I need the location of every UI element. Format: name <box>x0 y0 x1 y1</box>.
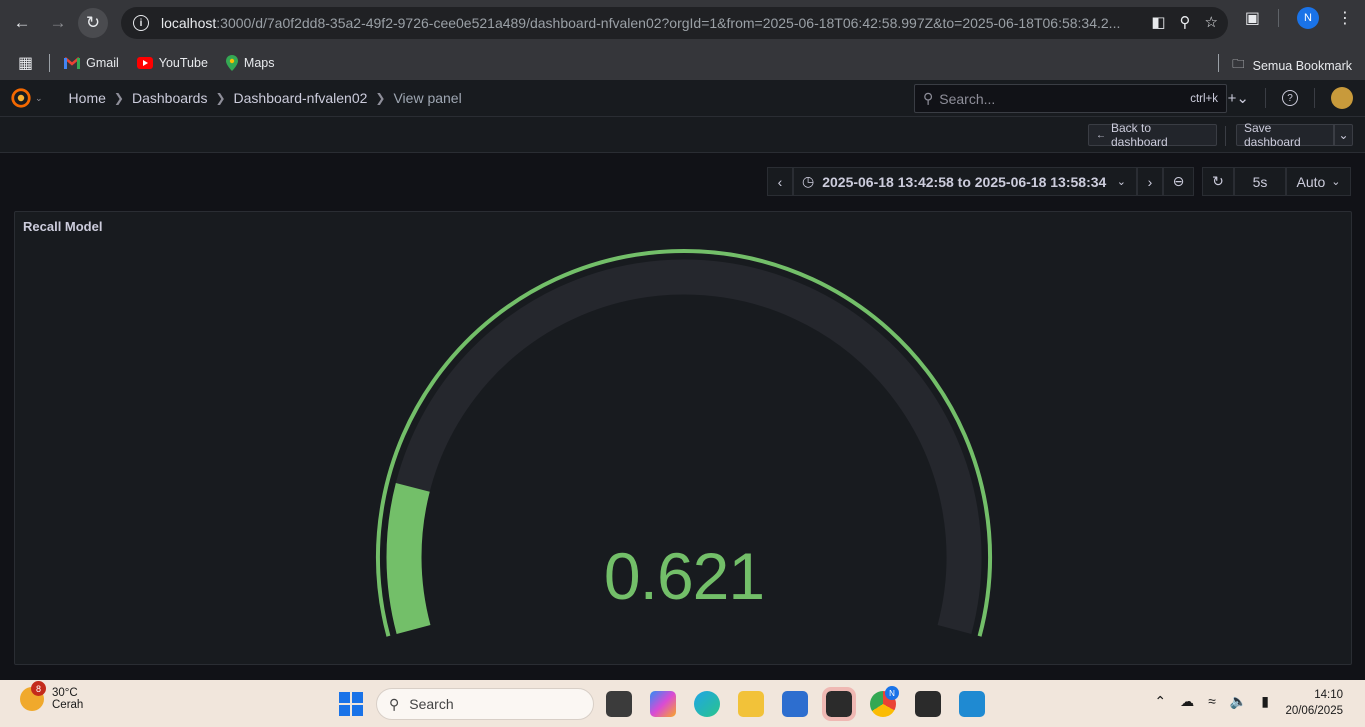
grafana-topbar: ⌄ Home ❯ Dashboards ❯ Dashboard-nfvalen0… <box>0 80 1365 117</box>
windows-taskbar: 8 30°C Cerah ⚲ Search N ⌃ ☁ ≈ 🔈 ▮ 14:10 … <box>0 680 1365 727</box>
translate-icon[interactable]: ◧ <box>1151 13 1165 31</box>
chrome-profile-badge: N <box>885 686 899 700</box>
back-arrow-icon[interactable]: ← <box>8 9 36 37</box>
bookmark-star-icon[interactable]: ☆ <box>1205 13 1218 31</box>
grafana-logo-icon[interactable] <box>10 87 32 109</box>
clock-icon: ◷ <box>802 173 815 189</box>
network-error-icon[interactable]: ☁ <box>1180 693 1194 710</box>
search-shortcut: ctrl+k <box>1190 92 1218 105</box>
youtube-icon <box>136 57 153 69</box>
weather-temp: 30°C <box>52 687 78 699</box>
gauge-value: 0.621 <box>603 539 765 613</box>
battery-icon[interactable]: ▮ <box>1261 693 1269 710</box>
save-dashboard-button[interactable]: Save dashboard <box>1236 121 1334 149</box>
site-info-icon[interactable]: i <box>133 15 149 31</box>
save-options-chevron-icon[interactable]: ⌄ <box>1334 124 1353 146</box>
breadcrumb-dashboards[interactable]: Dashboards <box>132 90 208 106</box>
windows-start-icon[interactable] <box>339 692 363 716</box>
chrome-icon[interactable]: N <box>870 686 899 717</box>
refresh-interval[interactable]: 5s <box>1234 167 1286 196</box>
volume-icon[interactable]: 🔈 <box>1230 693 1247 710</box>
url-text[interactable]: localhost:3000/d/7a0f2dd8-35a2-49f2-9726… <box>161 15 1121 31</box>
breadcrumb-dashboard[interactable]: Dashboard-nfvalen02 <box>234 90 368 106</box>
bookmark-maps[interactable]: Maps <box>225 55 274 71</box>
chevron-right-icon: ❯ <box>375 91 386 105</box>
weather-widget[interactable]: 8 30°C Cerah <box>20 681 84 711</box>
bookmark-gmail[interactable]: Gmail <box>64 56 119 70</box>
task-view-icon[interactable] <box>606 691 632 717</box>
edge-browser-icon[interactable] <box>694 691 720 717</box>
extensions-icon[interactable]: ▣ <box>1245 8 1260 28</box>
system-clock[interactable]: 14:10 20/06/2025 <box>1285 687 1343 719</box>
chevron-down-icon[interactable]: ⌄ <box>35 93 43 104</box>
taskbar-search[interactable]: ⚲ Search <box>376 688 594 720</box>
search-icon: ⚲ <box>389 695 400 712</box>
chevron-up-icon[interactable]: ⌃ <box>1154 693 1166 710</box>
vscode-icon[interactable] <box>959 691 985 717</box>
search-placeholder: Search... <box>939 90 996 107</box>
bookmarks-divider <box>49 54 51 72</box>
refresh-button[interactable]: ↻ <box>1202 167 1234 196</box>
auto-refresh-picker[interactable]: Auto ⌄ <box>1286 167 1351 196</box>
system-tray: ⌃ ☁ ≈ 🔈 ▮ <box>1154 693 1269 710</box>
help-icon[interactable]: ? <box>1282 90 1298 106</box>
bookmarks-divider-right <box>1218 54 1219 72</box>
breadcrumb-home[interactable]: Home <box>69 90 106 106</box>
forward-arrow-icon[interactable]: → <box>44 9 72 37</box>
wifi-icon[interactable]: ≈ <box>1208 693 1216 710</box>
toolbar-divider <box>1278 9 1279 27</box>
zoom-out-icon: ⊖ <box>1172 173 1185 189</box>
sticky-notes-icon[interactable] <box>822 687 856 721</box>
breadcrumb-current: View panel <box>393 90 462 106</box>
topbar-divider <box>1265 88 1266 108</box>
add-plus-icon[interactable]: +⌄ <box>1228 89 1249 107</box>
search-icon: ⚲ <box>923 90 934 106</box>
file-explorer-icon[interactable] <box>738 691 764 717</box>
apps-grid-icon[interactable]: ▦ <box>18 53 33 73</box>
gmail-icon <box>64 57 81 69</box>
maps-icon <box>225 55 238 71</box>
browser-toolbar: ← → ↻ i localhost:3000/d/7a0f2dd8-35a2-4… <box>0 0 1365 46</box>
chevron-down-icon: ⌄ <box>1116 176 1126 188</box>
chevron-down-icon: ⌄ <box>1331 176 1341 188</box>
topbar-divider <box>1314 88 1315 108</box>
weather-badge: 8 <box>31 681 46 696</box>
chevron-right-icon: › <box>1147 173 1153 190</box>
actions-divider <box>1225 126 1226 146</box>
breadcrumb: Home ❯ Dashboards ❯ Dashboard-nfvalen02 … <box>69 90 462 106</box>
all-bookmarks[interactable]: 🗀 Semua Bookmark <box>1232 55 1352 76</box>
time-shift-back-button[interactable]: ‹ <box>767 167 793 196</box>
menu-kebab-icon[interactable]: ⋮ <box>1337 8 1353 28</box>
copilot-icon[interactable] <box>650 691 676 717</box>
refresh-icon: ↻ <box>1212 173 1224 189</box>
terminal-icon[interactable] <box>915 691 941 717</box>
search-input[interactable]: ⚲ Search... ctrl+k <box>914 84 1227 113</box>
time-range-text: 2025-06-18 13:42:58 to 2025-06-18 13:58:… <box>822 173 1107 190</box>
chevron-right-icon: ❯ <box>215 91 226 105</box>
weather-condition: Cerah <box>52 699 84 711</box>
zoom-icon[interactable]: ⚲ <box>1180 13 1191 31</box>
address-bar[interactable]: i localhost:3000/d/7a0f2dd8-35a2-49f2-97… <box>121 7 1228 39</box>
time-range-picker[interactable]: ◷ 2025-06-18 13:42:58 to 2025-06-18 13:5… <box>793 167 1137 196</box>
chevron-right-icon: ❯ <box>113 91 124 105</box>
back-to-dashboard-button[interactable]: ← Back to dashboard <box>1088 121 1217 149</box>
user-avatar[interactable] <box>1331 87 1353 109</box>
gauge-panel: Recall Model 0.621 <box>14 211 1352 665</box>
weather-sun-icon: 8 <box>20 681 46 711</box>
profile-avatar[interactable]: N <box>1297 7 1319 29</box>
chevron-left-icon: ‹ <box>777 173 783 190</box>
dashboard-actions-bar: ← Back to dashboard Save dashboard ⌄ <box>0 117 1365 153</box>
time-shift-forward-button[interactable]: › <box>1137 167 1163 196</box>
microsoft-store-icon[interactable] <box>782 691 808 717</box>
folder-icon: 🗀 <box>1232 57 1245 71</box>
arrow-left-icon: ← <box>1096 129 1106 141</box>
bookmark-youtube[interactable]: YouTube <box>136 56 208 70</box>
zoom-out-button[interactable]: ⊖ <box>1163 167 1194 196</box>
bookmarks-bar: ▦ Gmail YouTube Maps 🗀 Semua Bookmark <box>0 46 1365 80</box>
reload-icon[interactable]: ↻ <box>78 8 108 38</box>
